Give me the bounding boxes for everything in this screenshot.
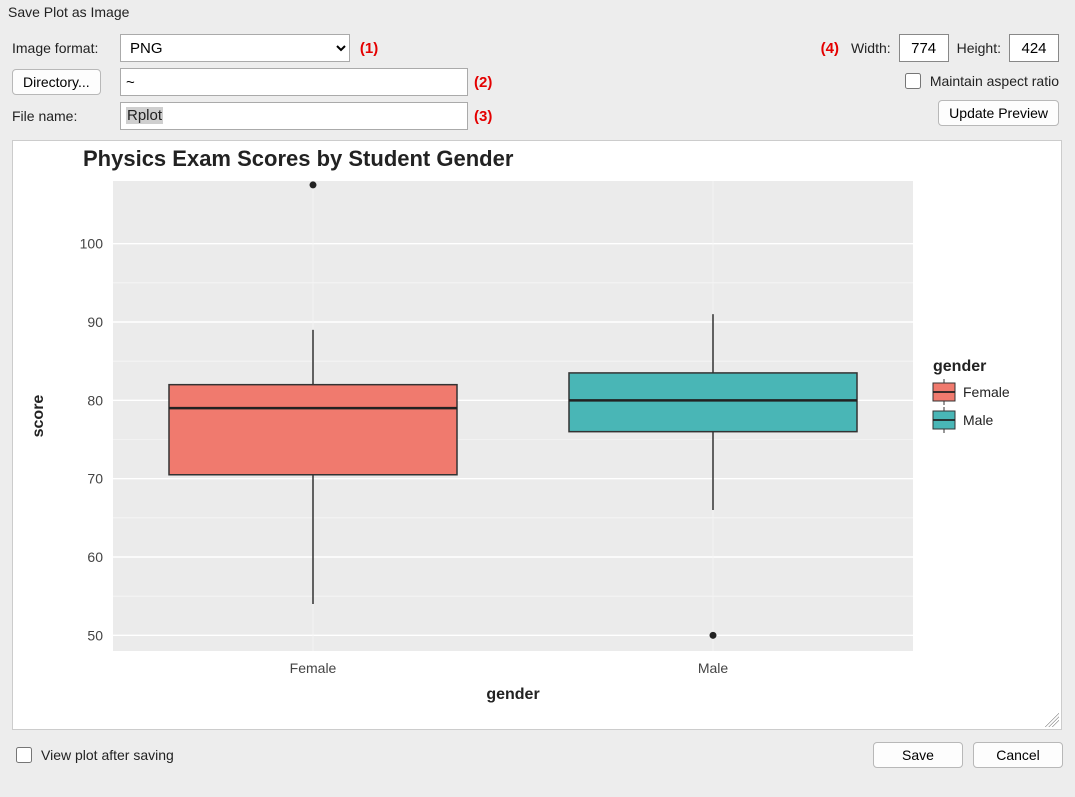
height-field[interactable]	[1009, 34, 1059, 62]
svg-text:70: 70	[87, 471, 103, 487]
window-title: Save Plot as Image	[0, 0, 1075, 26]
svg-text:60: 60	[87, 549, 103, 565]
maintain-aspect-row[interactable]: Maintain aspect ratio	[901, 70, 1059, 92]
file-name-label: File name:	[12, 108, 120, 124]
view-after-label: View plot after saving	[41, 747, 174, 763]
svg-text:score: score	[30, 395, 47, 438]
image-format-select[interactable]: PNG	[120, 34, 350, 62]
svg-text:100: 100	[80, 236, 104, 252]
annotation-4: (4)	[821, 40, 843, 57]
svg-text:Male: Male	[963, 412, 994, 428]
resize-grip-icon[interactable]	[1041, 709, 1059, 727]
svg-text:Female: Female	[290, 660, 337, 676]
height-label: Height:	[957, 40, 1001, 56]
file-name-value: Rplot	[126, 107, 163, 124]
svg-text:80: 80	[87, 392, 103, 408]
update-preview-button[interactable]: Update Preview	[938, 100, 1059, 126]
svg-text:Female: Female	[963, 384, 1010, 400]
annotation-1: (1)	[354, 40, 378, 57]
plot-svg: Physics Exam Scores by Student Gender 50 6…	[13, 141, 1062, 730]
svg-text:Male: Male	[698, 660, 729, 676]
cancel-button[interactable]: Cancel	[973, 742, 1063, 768]
directory-button[interactable]: Directory...	[12, 69, 101, 95]
svg-text:50: 50	[87, 627, 103, 643]
svg-text:90: 90	[87, 314, 103, 330]
directory-field[interactable]	[120, 68, 468, 96]
image-format-label: Image format:	[12, 40, 120, 56]
maintain-aspect-checkbox[interactable]	[905, 73, 921, 89]
view-after-checkbox[interactable]	[16, 747, 32, 763]
width-field[interactable]	[899, 34, 949, 62]
svg-text:Physics Exam Scores by Student: Physics Exam Scores by Student Gender	[83, 146, 514, 171]
width-label: Width:	[851, 40, 891, 56]
plot-preview: Physics Exam Scores by Student Gender 50 6…	[12, 140, 1062, 730]
maintain-aspect-label: Maintain aspect ratio	[930, 73, 1059, 89]
svg-text:gender: gender	[486, 686, 539, 703]
annotation-3: (3)	[468, 108, 508, 125]
view-after-row[interactable]: View plot after saving	[12, 744, 174, 766]
annotation-2: (2)	[468, 74, 508, 91]
file-name-field[interactable]	[120, 102, 468, 130]
svg-text:gender: gender	[933, 358, 986, 375]
save-button[interactable]: Save	[873, 742, 963, 768]
